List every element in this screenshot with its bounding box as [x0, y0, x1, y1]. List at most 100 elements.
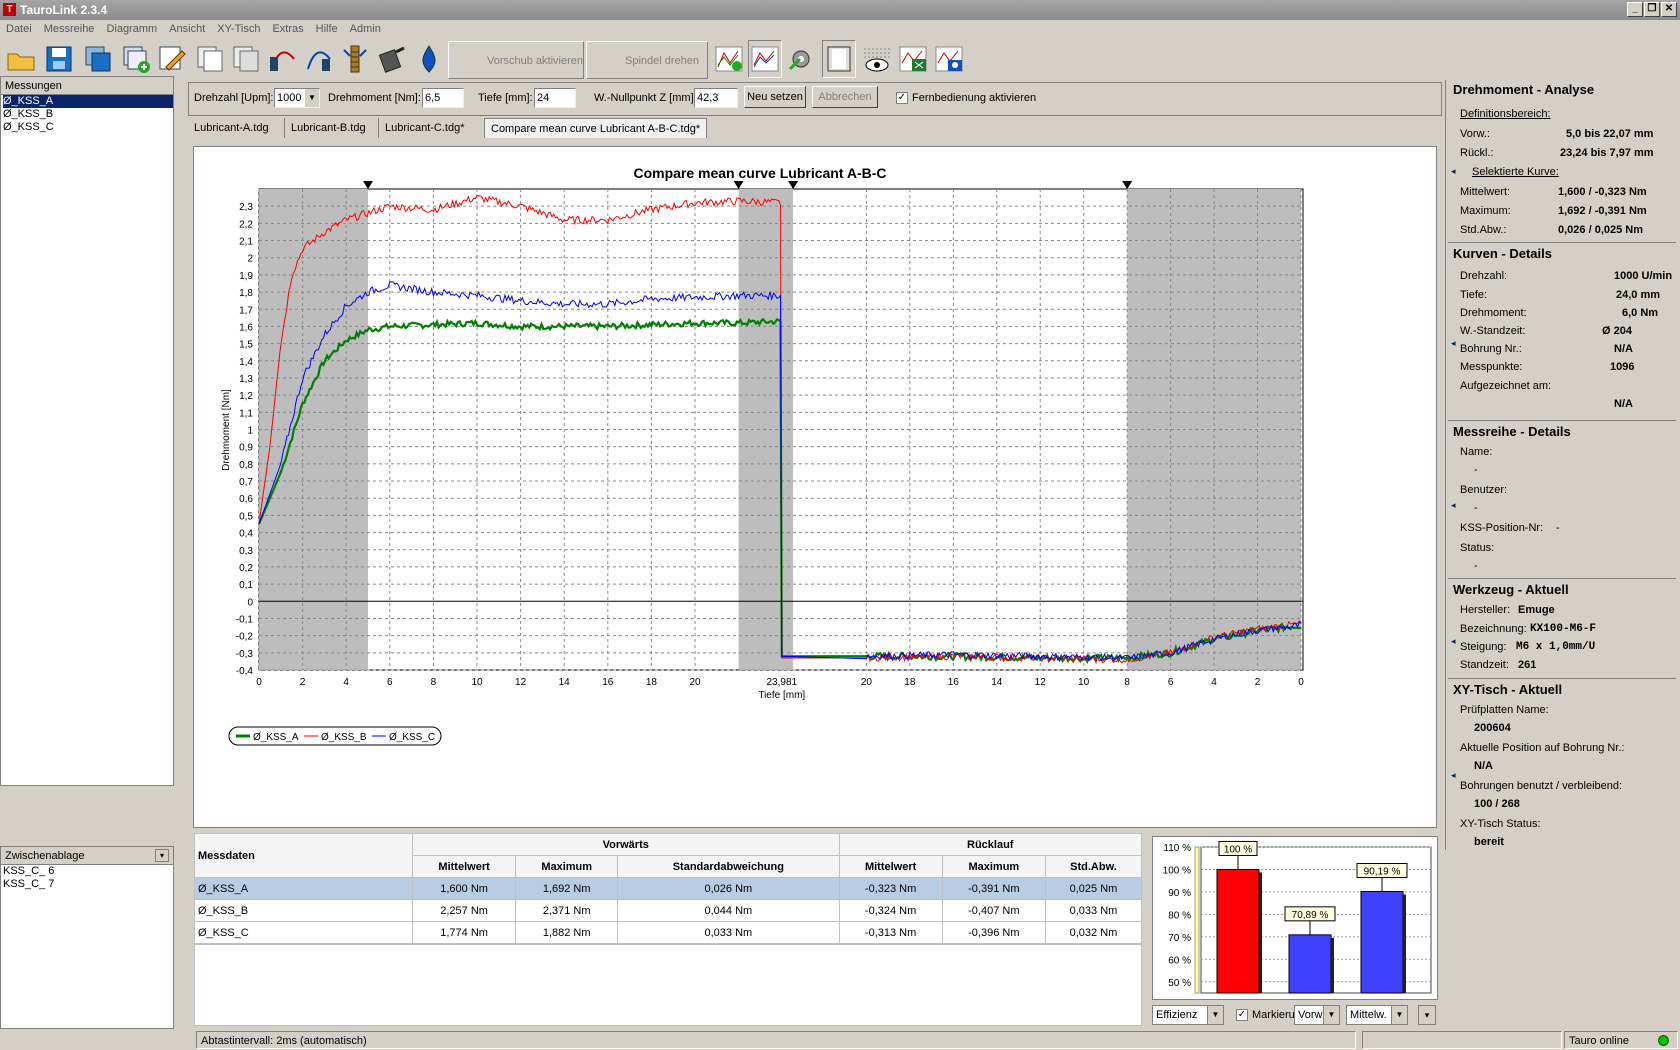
x-tick-label: 2 [1255, 677, 1261, 688]
collapse-arrow-icon[interactable]: ◂ [1451, 166, 1456, 177]
spindel-button[interactable]: Spindel drehen [586, 41, 708, 79]
col-header[interactable]: Maximum [515, 855, 619, 878]
x-tick-label: 4 [1211, 677, 1217, 688]
legend-label: Ø_KSS_B [321, 732, 367, 743]
minimize-button[interactable]: _ [1627, 2, 1643, 17]
y-tick-label: -0,4 [236, 666, 254, 677]
save-all-icon[interactable] [82, 40, 116, 78]
close-button[interactable]: ✕ [1661, 2, 1677, 17]
menu-diagramm[interactable]: Diagramm [106, 23, 157, 35]
vorw-select[interactable]: Vorw. ▼ [1294, 1005, 1340, 1025]
clipboard-item[interactable]: KSS_C_ 7 [3, 878, 173, 891]
measurement-item[interactable]: Ø_KSS_A [3, 95, 173, 108]
mittelw-select[interactable]: Mittelw. ▼ [1346, 1005, 1408, 1025]
import-curve-icon[interactable] [302, 40, 336, 78]
torque-chart: 2,3 2,2 2,1 2 1,9 1,8 1,7 1,6 1,5 1,4 1,3 1,2 1,1 1 0,… [221, 165, 1304, 746]
view-eye-icon[interactable] [860, 40, 894, 78]
y-tick-label: 1,3 [239, 374, 253, 385]
col-header[interactable]: Mittelwert [411, 855, 517, 878]
menu-ansicht[interactable]: Ansicht [169, 23, 205, 35]
table-row[interactable]: Ø_KSS_B 2,257 Nm 2,371 Nm 0,044 Nm -0,32… [194, 899, 1143, 922]
delete-series-icon[interactable] [230, 40, 264, 78]
k-standzeit-value: Ø 204 [1602, 325, 1632, 337]
drehmoment-input[interactable]: 6,5 [422, 88, 464, 108]
status-online: Tauro online [1569, 1035, 1629, 1047]
chevron-down-icon: ▼ [1207, 1006, 1223, 1024]
abbrechen-button[interactable]: Abbrechen [812, 86, 878, 108]
clipboard-item[interactable]: KSS_C_ 6 [3, 865, 173, 878]
analyse-title: Drehmoment - Analyse [1453, 82, 1595, 97]
new-series-icon[interactable] [120, 40, 154, 78]
coolant-drop-icon[interactable] [412, 40, 446, 78]
cell: 0,044 Nm [617, 899, 840, 922]
edit-series-icon[interactable] [156, 40, 190, 78]
expand-chevron-icon[interactable]: ▾ [1418, 1005, 1436, 1025]
clipboard-panel: Zwischenablage ▾ KSS_C_ 6 KSS_C_ 7 [0, 846, 174, 1029]
measurements-header: Messungen [1, 77, 173, 95]
copy-series-icon[interactable] [194, 40, 228, 78]
cell: -0,324 Nm [838, 899, 943, 922]
selektierte-label: Selektierte Kurve: [1472, 166, 1559, 178]
fernbedienung-checkbox[interactable]: ✓ [896, 92, 908, 104]
drehzahl-select[interactable]: 1000 ▼ [274, 88, 320, 108]
cell: -0,396 Nm [941, 921, 1046, 944]
collapse-arrow-icon[interactable]: ◂ [1451, 500, 1456, 511]
effizienz-select[interactable]: Effizienz ▼ [1152, 1005, 1224, 1025]
collapse-arrow-icon[interactable]: ◂ [1451, 636, 1456, 647]
x-axis-label: Tiefe [mm] [758, 690, 805, 701]
cell: -0,407 Nm [941, 899, 1046, 922]
restore-button[interactable]: ❐ [1644, 2, 1660, 17]
save-icon[interactable] [42, 40, 76, 78]
add-curve-icon[interactable] [712, 40, 746, 78]
col-header[interactable]: Maximum [941, 855, 1046, 878]
tap-tool-icon[interactable] [338, 40, 372, 78]
tab-compare[interactable]: Compare mean curve Lubricant A-B-C.tdg* [484, 118, 708, 138]
chevron-down-icon[interactable]: ▾ [155, 849, 169, 862]
menu-messreihe[interactable]: Messreihe [44, 23, 95, 35]
col-header[interactable]: Std.Abw. [1044, 855, 1143, 878]
tab-lubricant-a[interactable]: Lubricant-A.tdg [188, 118, 275, 138]
settings-tools-icon[interactable] [784, 40, 818, 78]
nullpunkt-input[interactable]: 42,3 [694, 88, 738, 108]
tiefe-input[interactable]: 24 [534, 88, 576, 108]
mittelwert-label: Mittelwert: [1460, 186, 1511, 198]
range-marker-icon [788, 181, 799, 189]
col-header[interactable]: Mittelwert [838, 855, 943, 878]
vorschub-button[interactable]: Vorschub aktivieren [448, 41, 584, 79]
bar-label: 70,89 % [1292, 910, 1329, 921]
col-header[interactable]: Standardabweichung [617, 855, 840, 878]
menu-datei[interactable]: Datei [6, 23, 32, 35]
export-curve-icon[interactable] [266, 40, 300, 78]
chevron-down-icon[interactable]: ▼ [305, 89, 319, 107]
y-tick-label: -0,1 [236, 614, 254, 625]
table-row[interactable]: Ø_KSS_A 1,600 Nm 1,692 Nm 0,026 Nm -0,32… [194, 877, 1143, 900]
neu-setzen-button[interactable]: Neu setzen [744, 86, 806, 108]
drehzahl-label: Drehzahl [Upm]: [194, 92, 274, 104]
compare-curves-icon[interactable] [748, 40, 782, 78]
menu-hilfe[interactable]: Hilfe [316, 23, 338, 35]
x-pos-value: N/A [1474, 760, 1493, 772]
drehmoment-label: Drehmoment [Nm]: [328, 92, 421, 104]
lubricant-can-icon[interactable] [374, 40, 408, 78]
collapse-arrow-icon[interactable]: ◂ [1451, 770, 1456, 781]
x-tick-label: 16 [948, 677, 960, 688]
status-interval: Abtastintervall: 2ms (automatisch) [196, 1031, 1356, 1049]
menu-extras[interactable]: Extras [272, 23, 303, 35]
export-excel-icon[interactable] [896, 40, 930, 78]
menu-xy-tisch[interactable]: XY-Tisch [217, 23, 260, 35]
measurement-item[interactable]: Ø_KSS_B [3, 108, 173, 121]
open-folder-icon[interactable] [4, 40, 38, 78]
table-row[interactable]: Ø_KSS_C 1,774 Nm 1,882 Nm 0,033 Nm -0,31… [194, 921, 1143, 944]
status-empty [1362, 1031, 1562, 1049]
measurement-item[interactable]: Ø_KSS_C [3, 121, 173, 134]
app-logo-icon: T [3, 3, 16, 16]
tab-lubricant-b[interactable]: Lubricant-B.tdg [284, 118, 372, 138]
menu-admin[interactable]: Admin [350, 23, 381, 35]
markierung-checkbox[interactable]: ✓ [1236, 1009, 1248, 1021]
range-marker-icon[interactable] [822, 40, 856, 78]
y-tick-label: 2 [247, 254, 253, 265]
screenshot-camera-icon[interactable] [932, 40, 966, 78]
collapse-arrow-icon[interactable]: ◂ [1451, 338, 1456, 349]
tab-lubricant-c[interactable]: Lubricant-C.tdg* [378, 118, 471, 138]
bar-shadow [1331, 937, 1334, 993]
